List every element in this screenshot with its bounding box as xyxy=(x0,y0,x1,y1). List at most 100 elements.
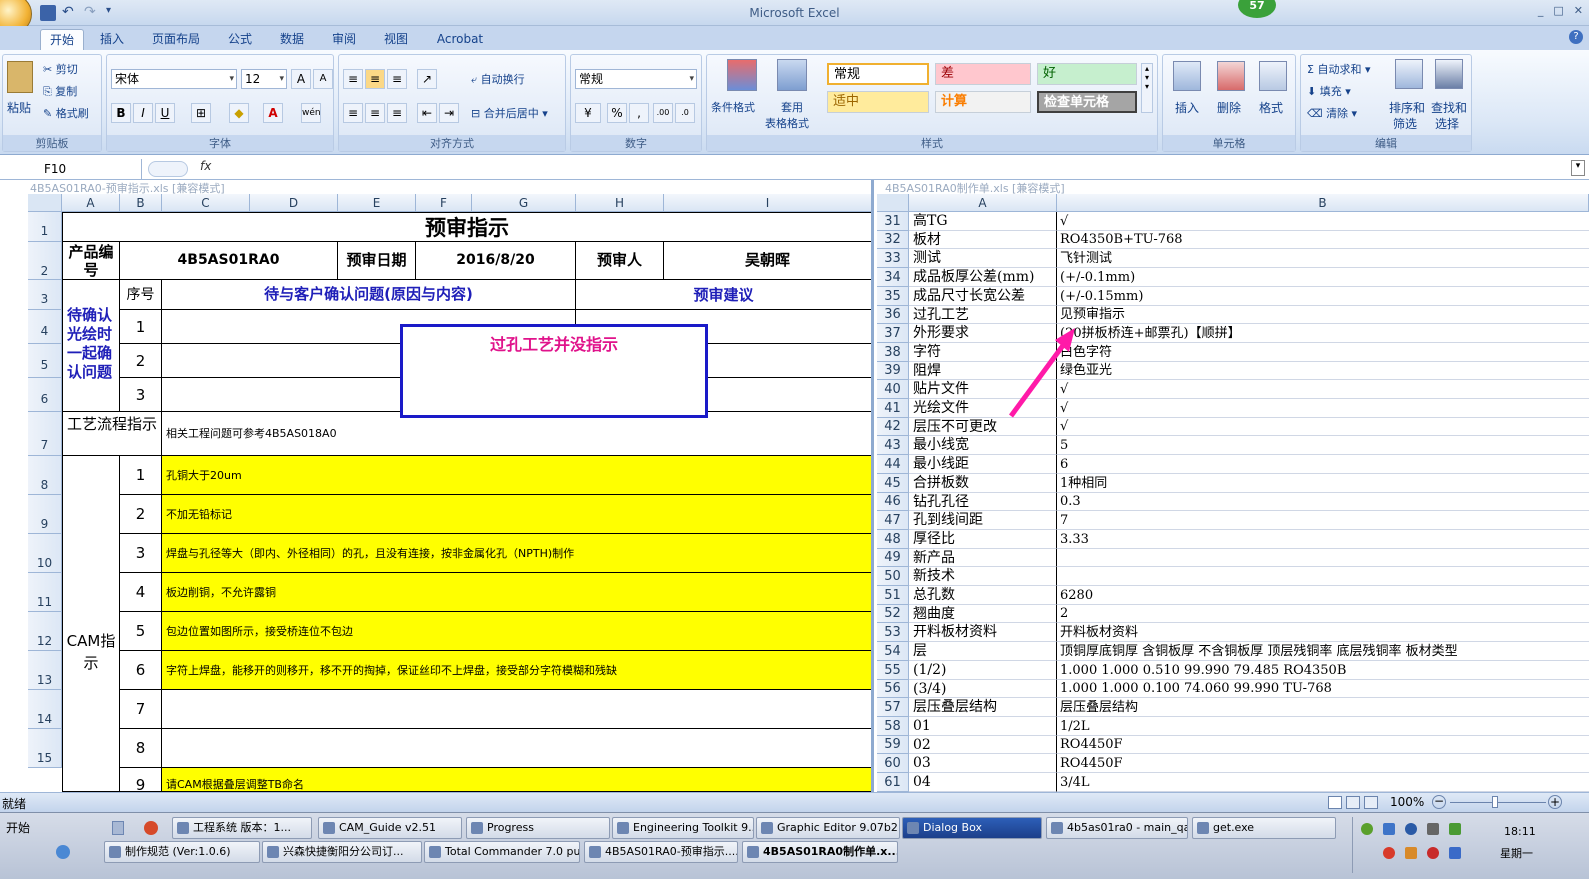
styles-scroll[interactable]: ▴ ▾ ▾ xyxy=(1141,63,1153,113)
fill-color-icon[interactable]: ◆ xyxy=(229,103,249,123)
sort-filter-button-1[interactable]: 排序和 xyxy=(1389,99,1425,116)
zoom-in-button[interactable]: + xyxy=(1548,795,1562,809)
formula-input[interactable] xyxy=(222,159,1567,179)
row-header-8[interactable]: 8 xyxy=(28,456,62,495)
cam-num[interactable]: 9 xyxy=(120,768,162,792)
taskbar-item[interactable]: Graphic Editor 9.07b2 ... xyxy=(756,817,900,839)
cam-item-text[interactable]: 孔铜大于20um xyxy=(162,456,871,495)
minimize-button[interactable]: _ xyxy=(1538,4,1544,17)
suggest-header[interactable]: 预审建议 xyxy=(576,280,871,310)
review-date-label[interactable]: 预审日期 xyxy=(338,242,416,280)
percent-button[interactable]: % xyxy=(607,103,627,123)
taskbar-item[interactable]: 工程系统 版本：1... xyxy=(172,817,312,839)
taskbar-item[interactable]: 4B5AS01RA0-预审指示.... xyxy=(584,841,738,863)
insert-cells-button[interactable]: 插入 xyxy=(1175,99,1199,116)
wrap-text-button[interactable]: ⤶ 自动换行 xyxy=(471,71,525,87)
cam-item-text[interactable] xyxy=(162,729,871,768)
col-header-A[interactable]: A xyxy=(62,194,120,212)
row-header-1[interactable]: 1 xyxy=(28,212,62,242)
row-header-13[interactable]: 13 xyxy=(28,651,62,690)
tab-review[interactable]: 审阅 xyxy=(324,29,364,50)
align-bottom-icon[interactable]: ≡ xyxy=(387,69,407,89)
format-cells-icon[interactable] xyxy=(1259,61,1287,91)
col-header-H[interactable]: H xyxy=(576,194,664,212)
col-header-C[interactable]: C xyxy=(162,194,250,212)
close-button[interactable]: ✕ xyxy=(1574,4,1583,17)
start-button[interactable]: 开始 xyxy=(0,817,44,839)
row-header-2[interactable]: 2 xyxy=(28,242,62,280)
increase-indent-icon[interactable]: ⇥ xyxy=(439,103,459,123)
select-all-corner[interactable] xyxy=(28,194,62,212)
tab-data[interactable]: 数据 xyxy=(272,29,312,50)
help-icon[interactable]: ? xyxy=(1569,30,1583,44)
font-color-icon[interactable]: A xyxy=(263,103,283,123)
col-header-F[interactable]: F xyxy=(416,194,472,212)
tab-home[interactable]: 开始 xyxy=(40,29,84,50)
reviewer-value[interactable]: 吴朝晖 xyxy=(664,242,871,280)
quicklaunch-icon[interactable] xyxy=(112,821,124,835)
row-header-5[interactable]: 5 xyxy=(28,344,62,378)
shield-icon[interactable] xyxy=(1449,823,1461,835)
page-layout-view-icon[interactable] xyxy=(1346,796,1360,809)
format-cells-button[interactable]: 格式 xyxy=(1259,99,1283,116)
bold-button[interactable]: B xyxy=(111,103,131,123)
conditional-format-button[interactable]: 条件格式 xyxy=(711,99,755,115)
page-break-view-icon[interactable] xyxy=(1364,796,1378,809)
tab-acrobat[interactable]: Acrobat xyxy=(430,29,490,50)
taskbar-item[interactable]: CAM_Guide v2.51 xyxy=(318,817,462,839)
phonetic-icon[interactable]: wén xyxy=(301,103,321,123)
fill-button[interactable]: ⬇ 填充 ▾ xyxy=(1307,83,1351,99)
font-name-combo[interactable]: 宋体 xyxy=(111,69,237,89)
issue-num[interactable]: 1 xyxy=(120,310,162,344)
normal-view-icon[interactable] xyxy=(1328,796,1342,809)
align-center-icon[interactable]: ≡ xyxy=(365,103,385,123)
quicklaunch-icon[interactable] xyxy=(56,845,70,859)
table-format-icon[interactable] xyxy=(777,59,807,91)
cam-item-text[interactable]: 焊盘与孔径等大（即内、外径相同）的孔，且没有连接，按非金属化孔（NPTH)制作 xyxy=(162,534,871,573)
taskbar-item[interactable]: Engineering Toolkit 9.... xyxy=(612,817,754,839)
tray-icon[interactable] xyxy=(1405,847,1417,859)
tray-icon[interactable] xyxy=(1383,823,1395,835)
network-icon[interactable] xyxy=(1427,823,1439,835)
style-bad[interactable]: 差 xyxy=(935,63,1031,85)
confirm-issues-label[interactable]: 待确认光绘时一起确认问题 xyxy=(62,280,120,412)
expand-formula-bar-icon[interactable]: ▾ xyxy=(1571,160,1585,176)
cam-item-text[interactable]: 请CAM根据叠层调整TB命名 xyxy=(162,768,871,792)
cam-num[interactable]: 2 xyxy=(120,495,162,534)
reviewer-label[interactable]: 预审人 xyxy=(576,242,664,280)
cam-item-text[interactable]: 包边位置如图所示，接受桥连位不包边 xyxy=(162,612,871,651)
font-size-combo[interactable]: 12 xyxy=(241,69,287,89)
taskbar-item[interactable]: 兴森快捷衡阳分公司订... xyxy=(262,841,422,863)
row-header-12[interactable]: 12 xyxy=(28,612,62,651)
formula-bar-toggle[interactable] xyxy=(148,161,188,177)
decrease-decimal-icon[interactable]: .0 xyxy=(675,103,695,123)
taskbar-item[interactable]: Total Commander 7.0 pu... xyxy=(424,841,580,863)
taskbar-item[interactable]: 4B5AS01RA0制作单.x... xyxy=(742,841,898,863)
taskbar-item[interactable]: get.exe xyxy=(1192,817,1336,839)
align-right-icon[interactable]: ≡ xyxy=(387,103,407,123)
style-normal[interactable]: 常规 xyxy=(827,63,929,85)
cam-num[interactable]: 7 xyxy=(120,690,162,729)
maximize-button[interactable]: □ xyxy=(1553,4,1563,17)
currency-icon[interactable]: ¥ xyxy=(575,103,601,123)
col-header-B[interactable]: B xyxy=(120,194,162,212)
style-good[interactable]: 好 xyxy=(1037,63,1137,85)
zoom-slider[interactable] xyxy=(1450,802,1546,803)
taskbar-item[interactable]: 制作规范 (Ver:1.0.6) xyxy=(104,841,260,863)
bluetooth-icon[interactable] xyxy=(1405,823,1417,835)
align-left-icon[interactable]: ≡ xyxy=(343,103,363,123)
col-header-I[interactable]: I xyxy=(664,194,871,212)
row-header-14[interactable]: 14 xyxy=(28,690,62,729)
format-painter-button[interactable]: ✎ 格式刷 xyxy=(43,105,89,121)
tab-view[interactable]: 视图 xyxy=(376,29,416,50)
delete-cells-button[interactable]: 删除 xyxy=(1217,99,1241,116)
tray-icon[interactable] xyxy=(1383,847,1395,859)
align-top-icon[interactable]: ≡ xyxy=(343,69,363,89)
paste-button[interactable]: 粘贴 xyxy=(7,99,31,116)
shrink-font-button[interactable]: A xyxy=(313,69,333,89)
underline-button[interactable]: U xyxy=(155,103,175,123)
clear-button[interactable]: ⌫ 清除 ▾ xyxy=(1307,105,1357,121)
sheet-title[interactable]: 预审指示 xyxy=(62,212,871,242)
taskbar-item-active[interactable]: Dialog Box xyxy=(902,817,1042,839)
row-header-3[interactable]: 3 xyxy=(28,280,62,310)
